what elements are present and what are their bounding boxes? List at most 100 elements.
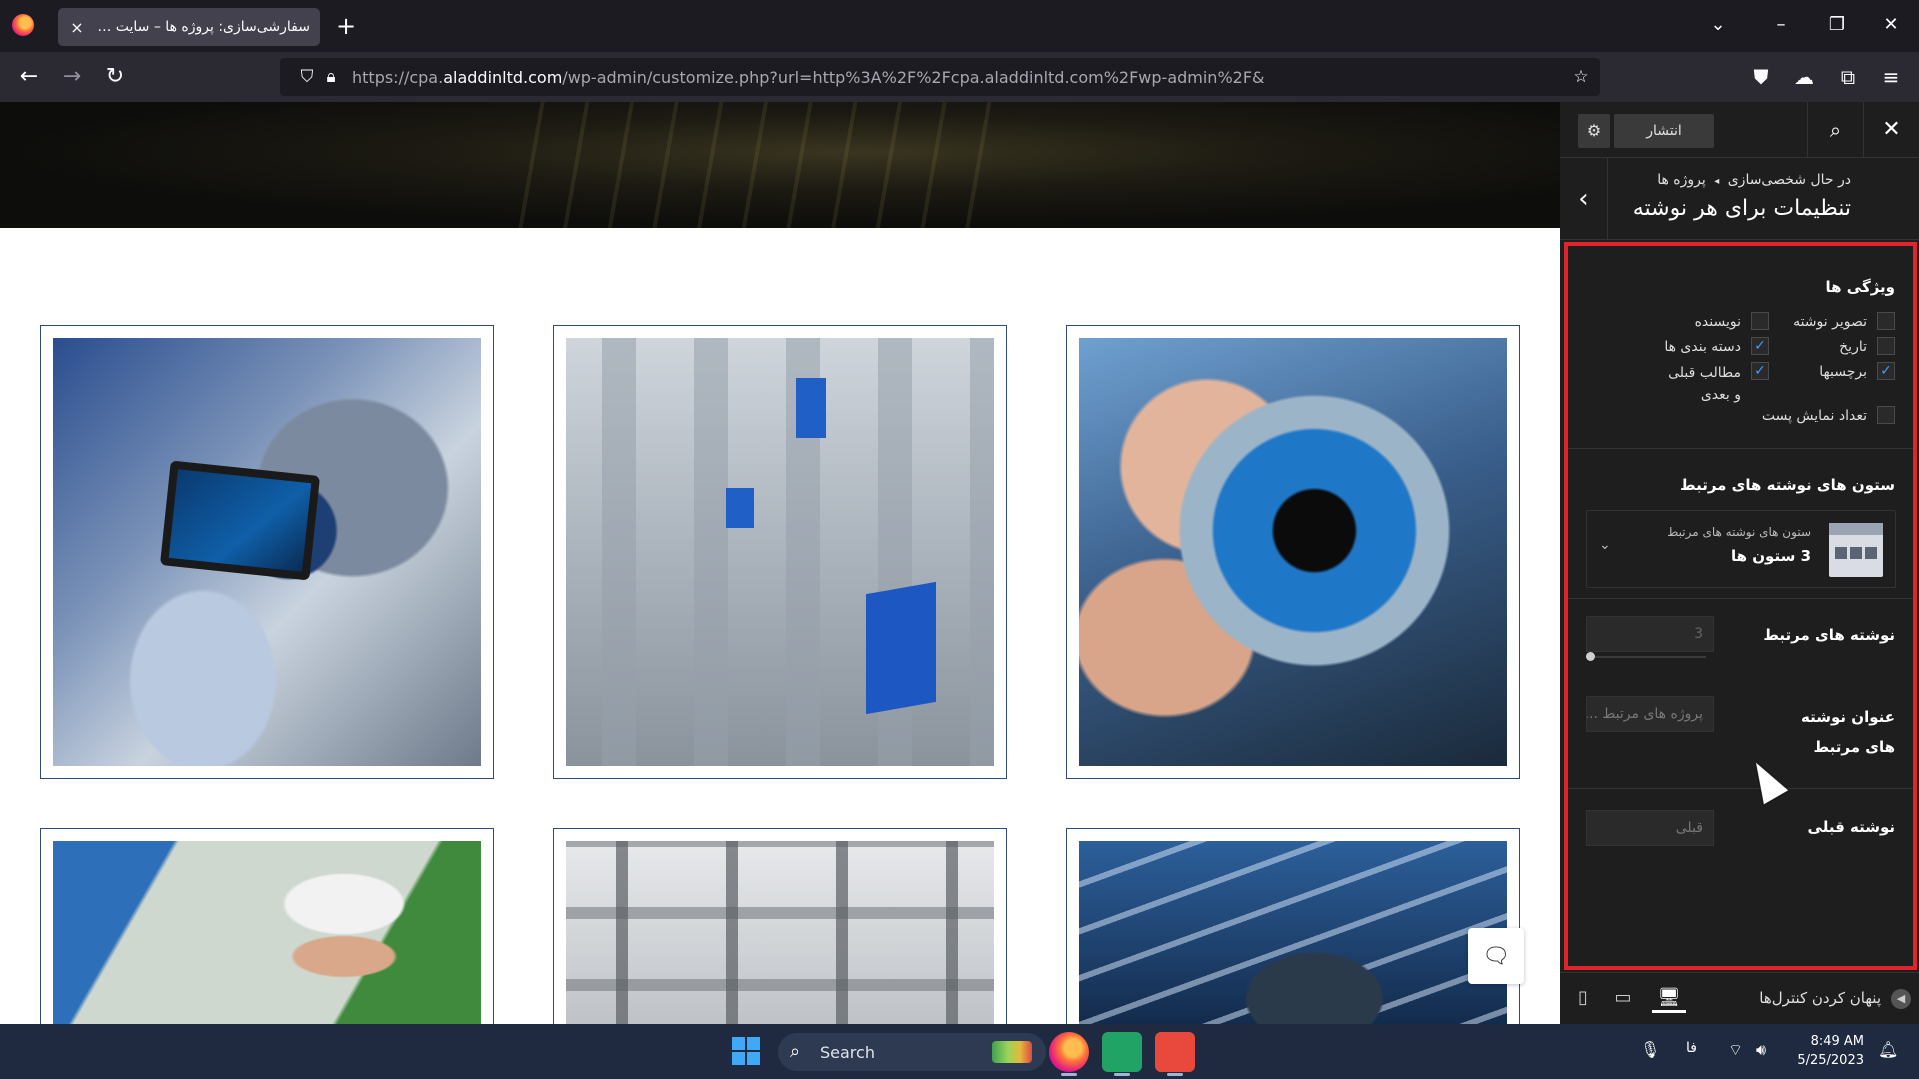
lock-icon[interactable]: 🔒︎	[320, 66, 342, 88]
back-chevron-icon[interactable]: ›	[1560, 158, 1608, 240]
checkbox-checked[interactable]: ✓	[1751, 337, 1769, 355]
taskbar-clock[interactable]: 8:49 AM 5/25/2023	[1794, 1032, 1864, 1070]
previous-post-input[interactable]: قبلی	[1586, 810, 1714, 846]
notification-bell-icon[interactable]: 🔔︎	[1878, 1040, 1898, 1059]
project-card[interactable]	[40, 325, 494, 779]
menu-icon[interactable]: ≡	[1878, 64, 1904, 90]
checkbox-box[interactable]	[1877, 406, 1895, 424]
project-image-cpu-fan[interactable]	[1079, 338, 1507, 766]
firefox-taskbar-icon[interactable]	[1049, 1032, 1089, 1076]
project-card[interactable]	[1066, 828, 1520, 1024]
taskbar-search[interactable]: ⌕ Search	[778, 1033, 1046, 1071]
columns-select-label: ستون های نوشته های مرتبط	[1667, 525, 1811, 539]
address-bar[interactable]: ⛉ 🔒︎ https://cpa.aladdinltd.com/wp-admin…	[280, 58, 1600, 96]
related-posts-slider-track[interactable]	[1586, 656, 1706, 658]
chevron-down-icon[interactable]: ⌄	[1599, 537, 1611, 553]
related-title-input[interactable]: پروژه های مرتبط ...	[1586, 696, 1714, 732]
windows-taskbar: ⌕ Search 🎙︎ فا ⌔ 🔊︎ 8:49 AM 5/25/2023 🔔︎	[0, 1024, 1919, 1079]
browser-tab-active[interactable]: سفارشی‌سازی: پروژه ها – سایت آزمایشی ×	[58, 8, 320, 46]
project-card[interactable]	[553, 325, 1007, 779]
list-all-tabs-icon[interactable]: ⌄	[1703, 10, 1733, 40]
extensions-icon[interactable]: ⧉	[1835, 64, 1861, 90]
checkbox-box[interactable]	[1877, 312, 1895, 330]
account-icon[interactable]: ☁	[1791, 64, 1817, 90]
new-tab-button[interactable]: +	[336, 12, 356, 40]
checkbox-categories[interactable]: ✓ دسته بندی ها	[1664, 337, 1769, 361]
project-card[interactable]	[553, 828, 1007, 1024]
divider	[1568, 598, 1913, 599]
previous-post-title: نوشته قبلی	[1807, 818, 1895, 836]
section-header: › در حال شخصی‌سازی ◂ پروژه ها تنظیمات بر…	[1560, 158, 1919, 240]
hide-controls-button[interactable]: پنهان کردن کنترل‌ها	[1759, 989, 1881, 1007]
desktop-preview-icon[interactable]: 🖥︎	[1652, 983, 1686, 1013]
tab-close-icon[interactable]: ×	[68, 18, 86, 37]
chat-icon[interactable]: 🗨︎	[1468, 928, 1524, 984]
pocket-icon[interactable]: ⛊	[1748, 64, 1774, 90]
project-card[interactable]	[1066, 325, 1520, 779]
camtasia-red-taskbar-icon[interactable]	[1155, 1032, 1195, 1076]
checkbox-prev-next[interactable]: ✓ مطالب قبلی و بعدی	[1657, 362, 1769, 408]
tracking-shield-icon[interactable]: ⛉	[296, 66, 318, 88]
checkbox-checked[interactable]: ✓	[1751, 362, 1769, 380]
hide-controls-icon[interactable]: ◀	[1891, 989, 1911, 1009]
columns-layout-icon	[1829, 523, 1883, 577]
close-customizer-icon[interactable]: ✕	[1863, 102, 1919, 158]
restore-icon[interactable]: ❐	[1822, 10, 1852, 40]
publish-button[interactable]: انتشار	[1614, 114, 1714, 148]
checkbox-post-count[interactable]: تعداد نمایش پست	[1762, 406, 1895, 430]
browser-titlebar: سفارشی‌سازی: پروژه ها – سایت آزمایشی × +…	[0, 0, 1919, 52]
close-window-icon[interactable]: ✕	[1876, 10, 1906, 40]
customizer-header: ✕ ⌕ انتشار ⚙	[1560, 102, 1919, 158]
checkbox-date[interactable]: تاریخ	[1839, 337, 1895, 361]
language-indicator[interactable]: فا	[1686, 1040, 1697, 1056]
hero-banner-image	[0, 102, 1560, 228]
checkbox-box[interactable]	[1751, 312, 1769, 330]
checkbox-post-image[interactable]: تصویر نوشته	[1793, 312, 1895, 336]
camtasia-green-taskbar-icon[interactable]	[1102, 1032, 1142, 1076]
columns-select-value: 3 ستون ها	[1731, 547, 1811, 565]
checkbox-tags[interactable]: ✓ برچسبها	[1819, 362, 1895, 386]
related-posts-number-input[interactable]: 3	[1586, 616, 1714, 652]
back-icon[interactable]: ←	[14, 62, 44, 92]
minimize-icon[interactable]: –	[1766, 10, 1796, 40]
project-image-pipes[interactable]	[566, 338, 994, 766]
columns-select[interactable]: ستون های نوشته های مرتبط 3 ستون ها ⌄	[1586, 510, 1896, 588]
mobile-preview-icon[interactable]: ▯	[1566, 983, 1600, 1013]
customizer-footer: ◀ پنهان کردن کنترل‌ها 🖥︎ ▭ ▯	[1560, 972, 1919, 1024]
related-posts-title: نوشته های مرتبط	[1763, 626, 1895, 644]
taskbar-search-label: Search	[820, 1043, 875, 1062]
reload-icon[interactable]: ↻	[100, 62, 130, 92]
divider	[1568, 448, 1913, 449]
highlighted-settings-panel: ویژگی ها تصویر نوشته نویسنده تاریخ ✓ دست…	[1564, 242, 1917, 970]
related-columns-title: ستون های نوشته های مرتبط	[1680, 476, 1895, 494]
search-icon: ⌕	[790, 1041, 801, 1062]
panel-title: تنظیمات برای هر نوشته	[1632, 196, 1851, 221]
bookmark-star-icon[interactable]: ☆	[1570, 66, 1592, 88]
gear-icon[interactable]: ⚙	[1578, 114, 1610, 148]
project-image-worker-helmet[interactable]	[53, 841, 481, 1024]
firefox-icon[interactable]	[12, 14, 34, 36]
search-icon[interactable]: ⌕	[1807, 102, 1863, 158]
windows-start-icon[interactable]	[732, 1037, 760, 1065]
volume-icon[interactable]: 🔊︎	[1756, 1040, 1766, 1060]
related-posts-slider-handle[interactable]	[1586, 652, 1595, 661]
url-text[interactable]: https://cpa.aladdinltd.com/wp-admin/cust…	[352, 68, 1265, 87]
wifi-icon[interactable]: ⌔	[1728, 1040, 1743, 1060]
microphone-icon[interactable]: 🎙︎	[1640, 1040, 1660, 1059]
checkbox-author[interactable]: نویسنده	[1695, 312, 1769, 336]
checkbox-checked[interactable]: ✓	[1877, 362, 1895, 380]
project-card[interactable]	[40, 828, 494, 1024]
breadcrumb: در حال شخصی‌سازی ◂ پروژه ها	[1657, 172, 1851, 188]
site-preview[interactable]: 🗨︎	[0, 102, 1560, 1024]
related-title-title: عنوان نوشته های مرتبط	[1801, 708, 1895, 756]
search-highlight-icon	[992, 1041, 1032, 1063]
checkbox-box[interactable]	[1877, 337, 1895, 355]
project-image-robot-arm[interactable]	[1079, 841, 1507, 1024]
project-image-ducts[interactable]	[566, 841, 994, 1024]
forward-icon[interactable]: →	[57, 62, 87, 92]
divider	[1568, 788, 1913, 789]
tablet-preview-icon[interactable]: ▭	[1606, 983, 1640, 1013]
clock-time: 8:49 AM	[1810, 1034, 1864, 1049]
project-image-robot-tablet[interactable]	[53, 338, 481, 766]
clock-date: 5/25/2023	[1797, 1053, 1864, 1068]
